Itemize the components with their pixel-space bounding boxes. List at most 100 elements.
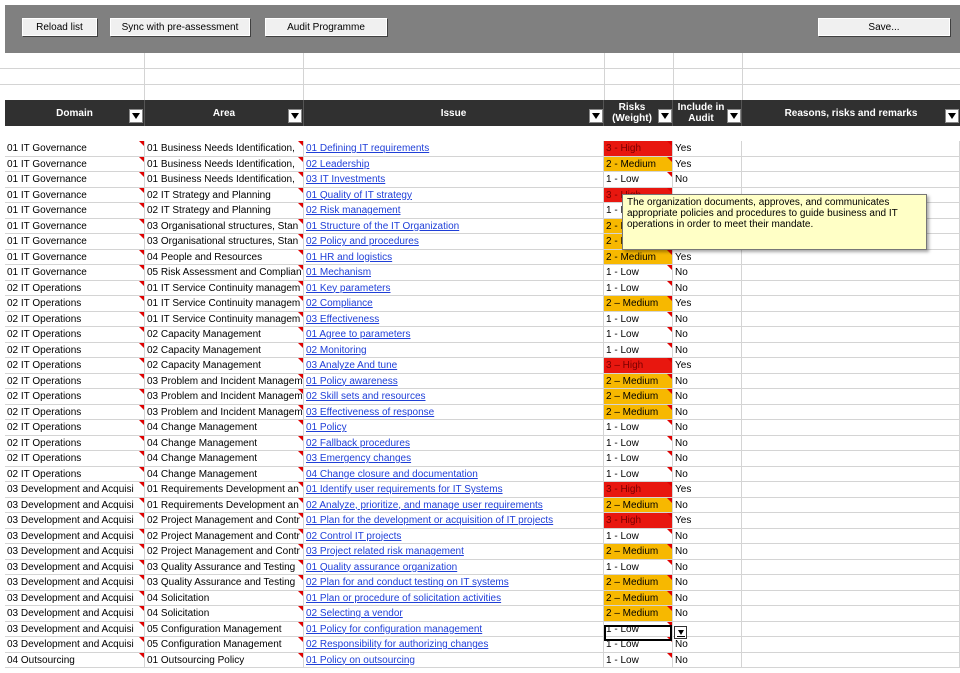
issue-link[interactable]: 02 Fallback procedures (304, 435, 604, 450)
issue-link[interactable]: 02 Responsibility for authorizing change… (304, 637, 604, 652)
area-cell[interactable]: 04 Change Management (145, 466, 304, 481)
risk-cell[interactable]: 2 – Medium (604, 373, 673, 388)
include-cell[interactable]: Yes (673, 482, 742, 497)
include-cell[interactable]: No (673, 466, 742, 481)
issue-link[interactable]: 01 HR and logistics (304, 249, 604, 264)
area-cell[interactable]: 05 Configuration Management (145, 621, 304, 636)
area-cell[interactable]: 02 IT Strategy and Planning (145, 187, 304, 202)
include-cell[interactable]: No (673, 172, 742, 187)
risk-cell[interactable]: 1 - Low (604, 466, 673, 481)
issue-link[interactable]: 03 Effectiveness of response (304, 404, 604, 419)
include-cell[interactable]: No (673, 389, 742, 404)
include-cell[interactable]: Yes (673, 249, 742, 264)
domain-cell[interactable]: 02 IT Operations (5, 327, 145, 342)
include-cell[interactable]: No (673, 404, 742, 419)
include-cell[interactable]: Yes (673, 358, 742, 373)
include-cell[interactable]: Yes (673, 296, 742, 311)
issue-link[interactable]: 02 Leadership (304, 156, 604, 171)
domain-cell[interactable]: 01 IT Governance (5, 156, 145, 171)
include-cell[interactable]: No (673, 435, 742, 450)
save-button[interactable]: Save... (818, 18, 950, 36)
issue-link[interactable]: 03 Project related risk management (304, 544, 604, 559)
area-cell[interactable]: 01 Outsourcing Policy (145, 652, 304, 667)
area-cell[interactable]: 05 Risk Assessment and Complian (145, 265, 304, 280)
remarks-cell[interactable] (742, 606, 960, 621)
domain-cell[interactable]: 02 IT Operations (5, 466, 145, 481)
risk-cell[interactable]: 2 - Medium (604, 156, 673, 171)
issue-link[interactable]: 01 Quality of IT strategy (304, 187, 604, 202)
domain-cell[interactable]: 01 IT Governance (5, 172, 145, 187)
domain-cell[interactable]: 02 IT Operations (5, 389, 145, 404)
remarks-cell[interactable] (742, 327, 960, 342)
risk-cell[interactable]: 1 - Low (604, 311, 673, 326)
issue-link[interactable]: 01 Policy (304, 420, 604, 435)
remarks-cell[interactable] (742, 156, 960, 171)
domain-cell[interactable]: 03 Development and Acquisi (5, 528, 145, 543)
domain-cell[interactable]: 01 IT Governance (5, 234, 145, 249)
filter-remarks-dropdown[interactable] (945, 109, 959, 123)
issue-link[interactable]: 03 Effectiveness (304, 311, 604, 326)
risk-cell[interactable]: 1 - Low (604, 420, 673, 435)
area-cell[interactable]: 03 Quality Assurance and Testing (145, 559, 304, 574)
filter-include-dropdown[interactable] (727, 109, 741, 123)
selected-cell[interactable] (604, 625, 672, 641)
remarks-cell[interactable] (742, 265, 960, 280)
issue-link[interactable]: 01 Key parameters (304, 280, 604, 295)
filter-area-dropdown[interactable] (288, 109, 302, 123)
include-cell[interactable]: Yes (673, 141, 742, 156)
domain-cell[interactable]: 02 IT Operations (5, 420, 145, 435)
issue-link[interactable]: 01 Policy for configuration management (304, 621, 604, 636)
risk-cell[interactable]: 2 – Medium (604, 544, 673, 559)
remarks-cell[interactable] (742, 513, 960, 528)
remarks-cell[interactable] (742, 342, 960, 357)
area-cell[interactable]: 04 People and Resources (145, 249, 304, 264)
domain-cell[interactable]: 01 IT Governance (5, 218, 145, 233)
issue-link[interactable]: 02 Skill sets and resources (304, 389, 604, 404)
remarks-cell[interactable] (742, 249, 960, 264)
domain-cell[interactable]: 02 IT Operations (5, 373, 145, 388)
domain-cell[interactable]: 03 Development and Acquisi (5, 590, 145, 605)
include-cell[interactable]: No (673, 420, 742, 435)
risk-cell[interactable]: 2 - Medium (604, 249, 673, 264)
area-cell[interactable]: 02 Project Management and Contr (145, 513, 304, 528)
issue-link[interactable]: 01 Quality assurance organization (304, 559, 604, 574)
remarks-cell[interactable] (742, 311, 960, 326)
domain-cell[interactable]: 02 IT Operations (5, 404, 145, 419)
domain-cell[interactable]: 03 Development and Acquisi (5, 559, 145, 574)
include-cell[interactable]: No (673, 528, 742, 543)
include-cell[interactable]: No (673, 575, 742, 590)
risk-cell[interactable]: 1 - Low (604, 172, 673, 187)
area-cell[interactable]: 04 Change Management (145, 451, 304, 466)
domain-cell[interactable]: 04 Outsourcing (5, 652, 145, 667)
domain-cell[interactable]: 02 IT Operations (5, 358, 145, 373)
issue-link[interactable]: 03 Analyze And tune (304, 358, 604, 373)
remarks-cell[interactable] (742, 621, 960, 636)
risk-cell[interactable]: 1 - Low (604, 265, 673, 280)
remarks-cell[interactable] (742, 528, 960, 543)
domain-cell[interactable]: 02 IT Operations (5, 280, 145, 295)
domain-cell[interactable]: 02 IT Operations (5, 435, 145, 450)
risk-cell[interactable]: 1 - Low (604, 327, 673, 342)
risk-cell[interactable]: 3 - High (604, 141, 673, 156)
include-cell[interactable]: No (673, 544, 742, 559)
remarks-cell[interactable] (742, 652, 960, 667)
remarks-cell[interactable] (742, 435, 960, 450)
remarks-cell[interactable] (742, 172, 960, 187)
remarks-cell[interactable] (742, 280, 960, 295)
remarks-cell[interactable] (742, 451, 960, 466)
include-cell[interactable]: Yes (673, 156, 742, 171)
risk-cell[interactable]: 1 - Low (604, 451, 673, 466)
area-cell[interactable]: 03 Problem and Incident Managem (145, 373, 304, 388)
issue-link[interactable]: 01 Defining IT requirements (304, 141, 604, 156)
filter-domain-dropdown[interactable] (129, 109, 143, 123)
area-cell[interactable]: 02 Capacity Management (145, 342, 304, 357)
area-cell[interactable]: 04 Solicitation (145, 590, 304, 605)
area-cell[interactable]: 04 Solicitation (145, 606, 304, 621)
area-cell[interactable]: 03 Problem and Incident Managem (145, 404, 304, 419)
area-cell[interactable]: 02 Capacity Management (145, 358, 304, 373)
domain-cell[interactable]: 01 IT Governance (5, 187, 145, 202)
domain-cell[interactable]: 03 Development and Acquisi (5, 482, 145, 497)
risk-cell[interactable]: 2 – Medium (604, 606, 673, 621)
include-cell[interactable]: No (673, 280, 742, 295)
domain-cell[interactable]: 01 IT Governance (5, 265, 145, 280)
